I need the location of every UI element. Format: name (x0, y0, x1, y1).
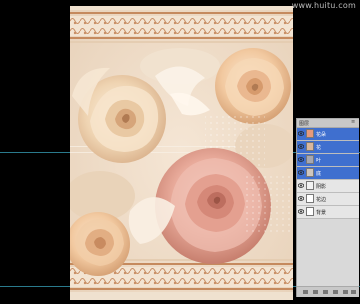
layer-row[interactable]: 底 (297, 167, 359, 180)
layer-label: 背景 (316, 210, 327, 216)
mask-icon (323, 290, 328, 294)
visibility-eye-icon[interactable] (297, 183, 305, 188)
layer-thumbnail (306, 181, 314, 190)
visibility-eye-icon[interactable] (297, 144, 305, 149)
layers-panel-header: 图层 ≡ (297, 119, 359, 128)
layer-label: 底 (316, 171, 322, 177)
layer-thumbnail (306, 155, 314, 164)
layer-label: 花 (316, 145, 322, 151)
rose-peach-upper-right (215, 48, 291, 124)
layers-panel-footer (297, 286, 359, 297)
layer-thumbnail (306, 194, 314, 203)
layer-label: 花朵 (316, 132, 327, 138)
rose-artwork (70, 6, 293, 300)
link-layers-icon (303, 290, 308, 294)
visibility-eye-icon[interactable] (297, 196, 305, 201)
visibility-eye-icon[interactable] (297, 157, 305, 162)
panel-menu-icon[interactable]: ≡ (351, 120, 357, 125)
trash-icon (351, 290, 356, 294)
visibility-eye-icon[interactable] (297, 131, 305, 136)
layer-thumbnail (306, 142, 314, 151)
watermark: www.huitu.com (291, 1, 356, 10)
layer-style-icon (313, 290, 318, 294)
layer-row[interactable]: 叶 (297, 154, 359, 167)
layers-panel: 图层 ≡ 花朵花叶底阴影花边背景 (296, 118, 359, 297)
layer-row[interactable]: 背景 (297, 206, 359, 219)
document-canvas[interactable] (70, 6, 293, 300)
layer-row[interactable]: 花 (297, 141, 359, 154)
layer-row[interactable]: 阴影 (297, 180, 359, 193)
visibility-eye-icon[interactable] (297, 170, 305, 175)
new-group-icon (333, 290, 338, 294)
visibility-eye-icon[interactable] (297, 209, 305, 214)
layers-tab[interactable]: 图层 (299, 120, 309, 127)
layer-thumbnail (306, 168, 314, 177)
layer-label: 阴影 (316, 184, 327, 190)
layer-label: 叶 (316, 158, 322, 164)
new-layer-icon (343, 290, 348, 294)
layer-label: 花边 (316, 197, 327, 203)
layer-thumbnail (306, 129, 314, 138)
layer-row[interactable]: 花边 (297, 193, 359, 206)
layer-row[interactable]: 花朵 (297, 128, 359, 141)
panel-footer-icons (303, 290, 356, 294)
layer-list: 花朵花叶底阴影花边背景 (297, 128, 359, 219)
layer-thumbnail (306, 207, 314, 216)
